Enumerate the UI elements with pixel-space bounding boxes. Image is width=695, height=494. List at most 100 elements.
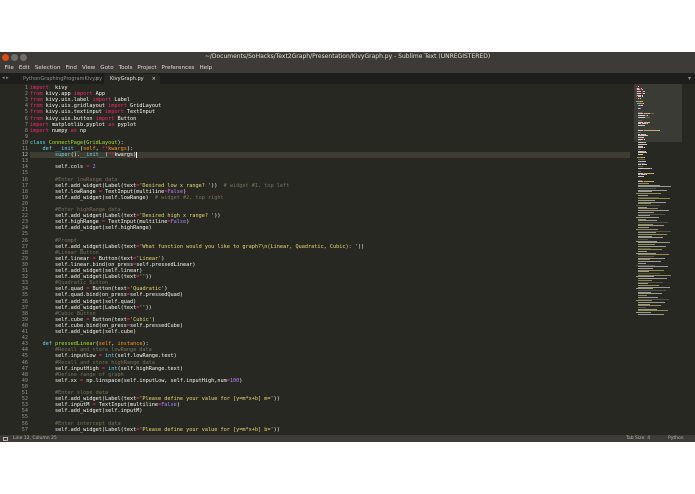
code-token: self.add_widget(self.inputM) xyxy=(30,408,143,415)
code-token: #Enter intercept data xyxy=(30,420,121,427)
code-token: ) xyxy=(151,316,155,323)
code-token: 'Desired high x range? ' xyxy=(139,213,215,220)
tab-bar: ◂ ▸ PythonGraphingProgramKivy.py × KivyG… xyxy=(0,73,695,84)
code-token: # widget #2, top right xyxy=(151,194,224,201)
tab-size[interactable]: Tab Size: 4 xyxy=(626,435,650,442)
code-token: import xyxy=(92,97,112,104)
code-token: np.linspace(self.inputLow, self.inputHig… xyxy=(83,377,227,384)
code-token: from xyxy=(30,115,43,122)
code-token: ): xyxy=(117,139,124,146)
code-token: #Enter lowRange data xyxy=(30,176,118,183)
code-token: #Linear Button xyxy=(30,249,99,256)
minimap-line xyxy=(637,176,644,178)
code-token: )) xyxy=(145,274,152,281)
code-token: self.add_widget(self.highRange) xyxy=(30,225,152,232)
code-token: Button(text xyxy=(89,316,127,323)
code-token: ) xyxy=(186,219,190,226)
close-icon[interactable]: × xyxy=(152,74,156,84)
code-token: super xyxy=(55,152,71,159)
code-token: Button xyxy=(114,115,137,122)
code-token: kivy.uix.textinput xyxy=(42,109,105,116)
minimap[interactable] xyxy=(634,84,684,435)
code-token: self.pressedQuad) xyxy=(129,292,184,299)
code-token: #Recall and store lowRange data xyxy=(30,347,152,354)
sublime-window: ~/Documents/SoHacks/Text2Graph/Presentat… xyxy=(0,52,695,442)
code-token: False xyxy=(167,188,184,195)
code-token: kivy xyxy=(48,85,68,91)
minimap-line xyxy=(637,116,645,118)
code-line[interactable]: self.add_widget(Label(text='Please defin… xyxy=(30,427,630,433)
code-token: self.add_widget(Label(text xyxy=(30,274,137,281)
code-token: #Cubic Button xyxy=(30,310,96,317)
code-token: self.cols xyxy=(30,164,87,171)
menu-file[interactable]: File xyxy=(2,63,16,73)
code-token: Button(text xyxy=(95,255,134,262)
chevron-left-right-icon[interactable]: ◂ ▸ xyxy=(2,74,9,83)
menu-project[interactable]: Project xyxy=(135,63,159,73)
menu-help[interactable]: Help xyxy=(197,63,215,73)
code-token: self.add_widget(self.quad) xyxy=(30,298,137,305)
code-token: # widget #1, top left xyxy=(223,182,290,189)
menu-bar: File Edit Selection Find View Goto Tools… xyxy=(0,63,695,73)
code-token: pyplot xyxy=(114,121,137,128)
chevron-down-icon[interactable]: ▾ xyxy=(688,74,691,83)
code-token: self.linear xyxy=(30,255,93,262)
code-token: self.add_widget(self.cube) xyxy=(30,329,137,335)
minimap-line xyxy=(637,125,645,127)
code-token: (self.lowRange.text) xyxy=(114,353,177,360)
code-editor[interactable]: 1 2 3 4 5 6 7 8 9 10 11 12 13 14 15 16 17 18 19 20 21 22 23 24 2… xyxy=(0,84,695,435)
code-token: kwargs xyxy=(108,146,127,152)
menu-preferences[interactable]: Preferences xyxy=(159,63,197,73)
code-token: from xyxy=(30,109,43,116)
code-token: kivy.app xyxy=(42,91,74,98)
menu-view[interactable]: View xyxy=(79,63,97,73)
syntax-mode[interactable]: Python xyxy=(668,435,684,442)
code-token: TextInput xyxy=(123,109,155,116)
tab-pythongraphingprogramkivy[interactable]: PythonGraphingProgramKivy.py × xyxy=(17,74,103,84)
code-token: def xyxy=(42,146,52,152)
code-token: numpy xyxy=(48,127,71,134)
vertical-scrollbar[interactable] xyxy=(686,84,695,435)
menu-find[interactable]: Find xyxy=(63,63,79,73)
code-token: self.add_widget(self.lowRange) xyxy=(30,194,152,201)
code-token: from xyxy=(30,103,43,110)
code-token: )) xyxy=(357,243,365,250)
code-token: 100 xyxy=(229,377,240,384)
code-token: __init__ xyxy=(55,146,80,152)
menu-goto[interactable]: Goto xyxy=(98,63,116,73)
code-token: kivy.uix.label xyxy=(42,97,93,104)
code-token: #Enter highRange data xyxy=(30,207,121,213)
code-token: self.inputHigh xyxy=(30,365,102,372)
code-token: self.add_widget(Label(text xyxy=(30,243,137,250)
code-token: self.pressedCube) xyxy=(129,322,184,329)
code-token: self.inputLow xyxy=(30,353,99,360)
code-token: )) xyxy=(211,182,224,189)
code-token: App xyxy=(92,91,105,98)
line-number: 57 xyxy=(21,426,28,433)
code-area[interactable]: import kivy from kivy.app import App from … xyxy=(30,84,630,435)
menu-tools[interactable]: Tools xyxy=(116,63,135,73)
minimap-line xyxy=(638,313,664,315)
code-token: Button(text xyxy=(89,286,127,293)
minimap-line xyxy=(643,135,648,137)
close-icon[interactable]: × xyxy=(95,74,99,84)
code-token: GridLayout xyxy=(86,139,118,146)
code-token: TextInput(multiline xyxy=(104,219,168,226)
code-token: import xyxy=(30,127,49,134)
code-token: kivy.uix.button xyxy=(42,115,96,122)
menu-selection[interactable]: Selection xyxy=(32,63,63,73)
panel-toggle-icon[interactable] xyxy=(3,436,8,441)
code-token: import xyxy=(104,109,124,116)
menu-edit[interactable]: Edit xyxy=(16,63,32,73)
tab-kivygraph[interactable]: KivyGraph.py × xyxy=(104,74,160,84)
code-token: )) xyxy=(145,304,152,311)
code-token: #Define range of graph xyxy=(30,371,124,378)
code-token: Label xyxy=(111,97,130,104)
minimap-line xyxy=(642,96,644,98)
code-token: class xyxy=(30,139,46,146)
minimap-line xyxy=(643,130,660,132)
status-bar: Line 12, Column 25 Tab Size: 4 Python xyxy=(0,435,695,442)
code-token: import xyxy=(108,103,127,110)
